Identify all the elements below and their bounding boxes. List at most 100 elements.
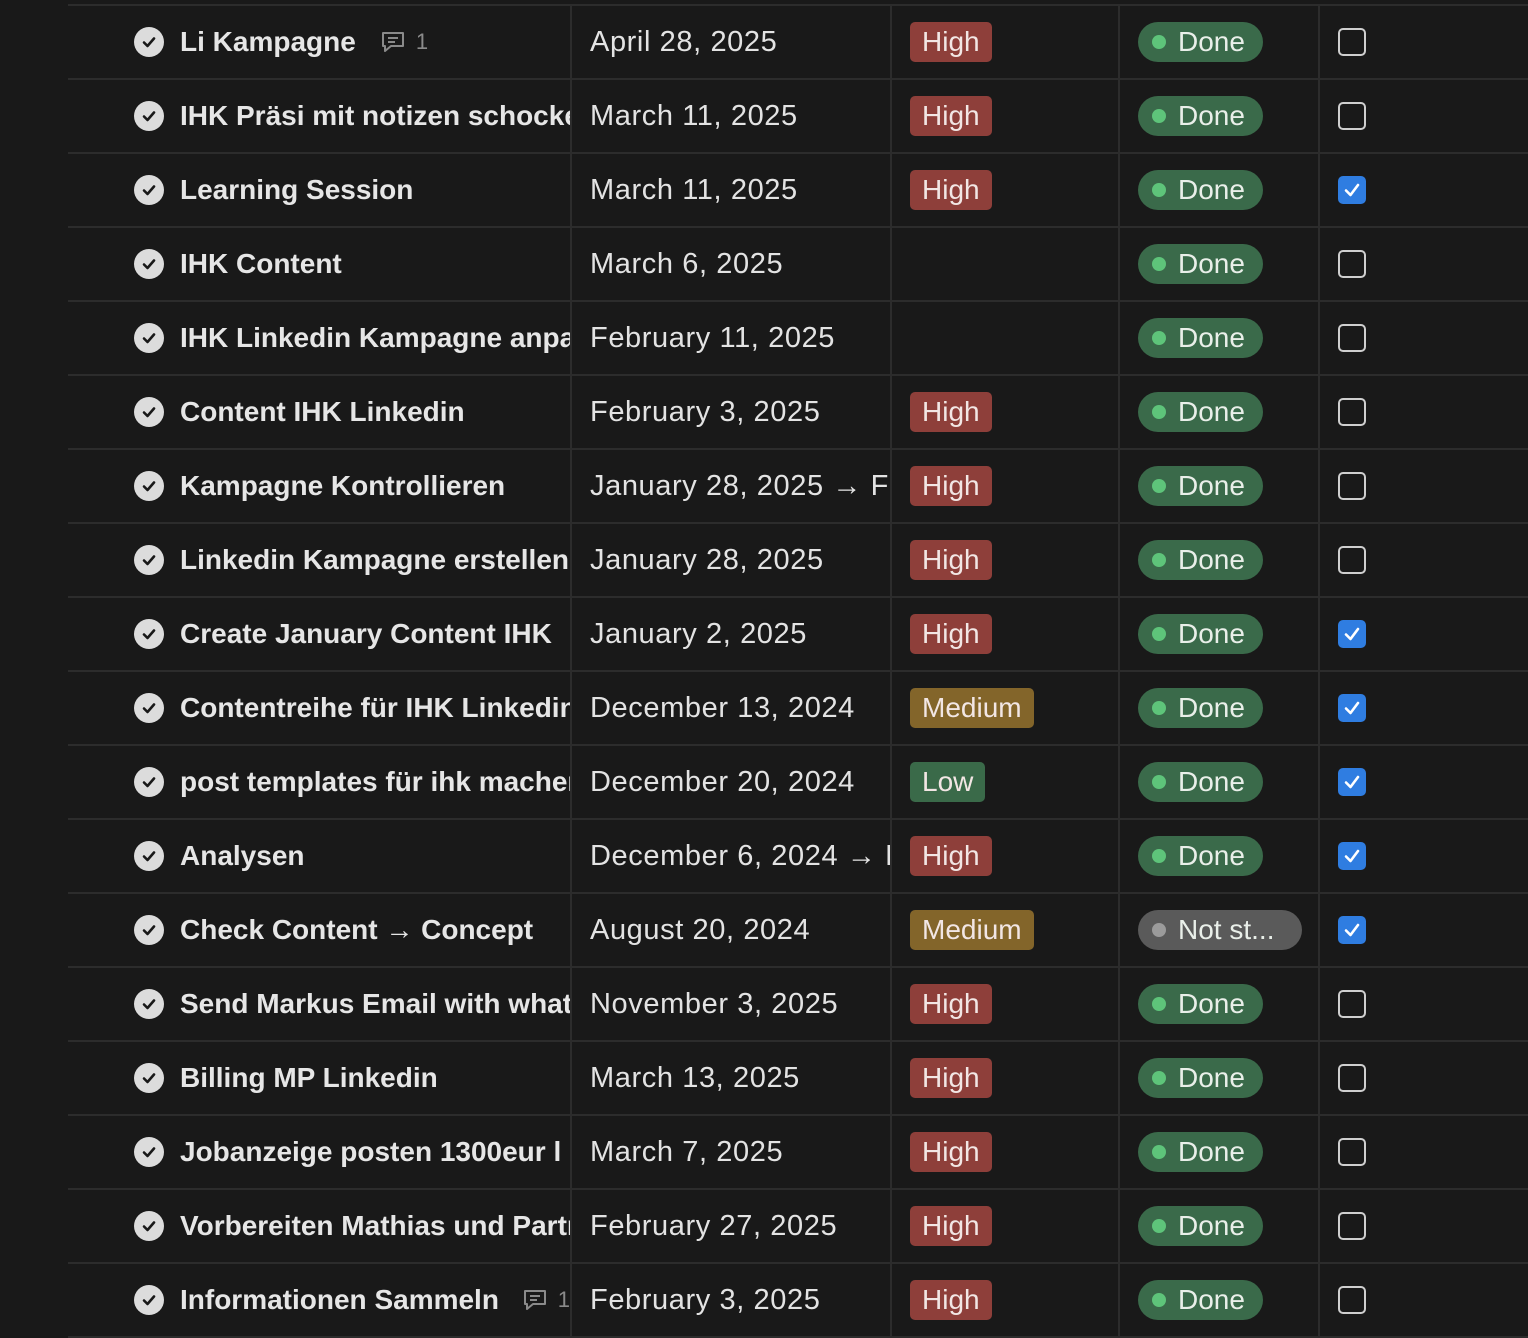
table-row[interactable]: Check Content → Concept August 20, 2024 … <box>68 894 1528 968</box>
table-row[interactable]: Kampagne Kontrollieren January 28, 2025 … <box>68 450 1528 524</box>
check-circle-icon[interactable] <box>134 397 164 427</box>
task-name[interactable]: Li Kampagne <box>180 26 356 58</box>
row-checkbox[interactable] <box>1338 472 1366 500</box>
table-row[interactable]: Analysen December 6, 2024 → D High Done <box>68 820 1528 894</box>
check-circle-icon[interactable] <box>134 175 164 205</box>
row-checkbox[interactable] <box>1338 176 1366 204</box>
checkbox-cell[interactable] <box>1320 1264 1528 1336</box>
table-row[interactable]: Learning Session March 11, 2025 High Don… <box>68 154 1528 228</box>
row-checkbox[interactable] <box>1338 768 1366 796</box>
task-name[interactable]: Vorbereiten Mathias und Partner <box>180 1210 570 1242</box>
status-cell[interactable]: Done <box>1120 376 1320 448</box>
due-date-cell[interactable]: February 27, 2025 <box>572 1190 892 1262</box>
checkbox-cell[interactable] <box>1320 672 1528 744</box>
check-circle-icon[interactable] <box>134 1211 164 1241</box>
table-row[interactable]: Vorbereiten Mathias und Partner February… <box>68 1190 1528 1264</box>
row-checkbox[interactable] <box>1338 620 1366 648</box>
status-cell[interactable]: Done <box>1120 820 1320 892</box>
row-checkbox[interactable] <box>1338 324 1366 352</box>
priority-cell[interactable]: Medium <box>892 894 1120 966</box>
table-row[interactable]: Billing MP Linkedin March 13, 2025 High … <box>68 1042 1528 1116</box>
task-name-cell[interactable]: Li Kampagne 1 <box>68 6 572 78</box>
status-cell[interactable]: Done <box>1120 1190 1320 1262</box>
check-circle-icon[interactable] <box>134 1285 164 1315</box>
table-row[interactable]: Create January Content IHK January 2, 20… <box>68 598 1528 672</box>
table-row[interactable]: IHK Content March 6, 2025 Done <box>68 228 1528 302</box>
due-date-cell[interactable]: January 2, 2025 <box>572 598 892 670</box>
row-checkbox[interactable] <box>1338 916 1366 944</box>
table-row[interactable]: Send Markus Email with what November 3, … <box>68 968 1528 1042</box>
task-name-cell[interactable]: Jobanzeige posten 1300eur l <box>68 1116 572 1188</box>
priority-cell[interactable] <box>892 228 1120 300</box>
checkbox-cell[interactable] <box>1320 6 1528 78</box>
task-name-cell[interactable]: IHK Präsi mit notizen schocken <box>68 80 572 152</box>
task-name-cell[interactable]: IHK Content <box>68 228 572 300</box>
table-row[interactable]: post templates für ihk machen December 2… <box>68 746 1528 820</box>
check-circle-icon[interactable] <box>134 1137 164 1167</box>
status-cell[interactable]: Done <box>1120 6 1320 78</box>
due-date-cell[interactable]: August 20, 2024 <box>572 894 892 966</box>
row-checkbox[interactable] <box>1338 102 1366 130</box>
status-cell[interactable]: Done <box>1120 524 1320 596</box>
status-cell[interactable]: Not st... <box>1120 894 1320 966</box>
row-checkbox[interactable] <box>1338 398 1366 426</box>
check-circle-icon[interactable] <box>134 1063 164 1093</box>
table-row[interactable]: Content IHK Linkedin February 3, 2025 Hi… <box>68 376 1528 450</box>
check-circle-icon[interactable] <box>134 767 164 797</box>
status-cell[interactable]: Done <box>1120 450 1320 522</box>
check-circle-icon[interactable] <box>134 27 164 57</box>
task-name[interactable]: post templates für ihk machen <box>180 766 570 798</box>
table-row[interactable]: IHK Präsi mit notizen schocken March 11,… <box>68 80 1528 154</box>
status-cell[interactable]: Done <box>1120 154 1320 226</box>
status-cell[interactable]: Done <box>1120 228 1320 300</box>
priority-cell[interactable]: High <box>892 524 1120 596</box>
priority-cell[interactable] <box>892 302 1120 374</box>
priority-cell[interactable]: High <box>892 1264 1120 1336</box>
row-checkbox[interactable] <box>1338 694 1366 722</box>
due-date-cell[interactable]: December 20, 2024 <box>572 746 892 818</box>
priority-cell[interactable]: High <box>892 154 1120 226</box>
task-name-cell[interactable]: post templates für ihk machen <box>68 746 572 818</box>
task-name-cell[interactable]: Informationen Sammeln 1 <box>68 1264 572 1336</box>
task-name[interactable]: Contentreihe für IHK Linkedin <box>180 692 570 724</box>
checkbox-cell[interactable] <box>1320 228 1528 300</box>
status-cell[interactable]: Done <box>1120 598 1320 670</box>
priority-cell[interactable]: Medium <box>892 672 1120 744</box>
row-checkbox[interactable] <box>1338 1286 1366 1314</box>
table-row[interactable]: Li Kampagne 1 April 28, 2025 High Done <box>68 6 1528 80</box>
checkbox-cell[interactable] <box>1320 598 1528 670</box>
priority-cell[interactable]: High <box>892 6 1120 78</box>
check-circle-icon[interactable] <box>134 101 164 131</box>
task-name-cell[interactable]: Contentreihe für IHK Linkedin <box>68 672 572 744</box>
task-name[interactable]: IHK Content <box>180 248 342 280</box>
table-row[interactable]: IHK Linkedin Kampagne anpassen February … <box>68 302 1528 376</box>
due-date-cell[interactable]: March 11, 2025 <box>572 154 892 226</box>
comment-indicator[interactable]: 1 <box>522 1287 570 1313</box>
comment-indicator[interactable]: 1 <box>380 29 428 55</box>
row-checkbox[interactable] <box>1338 1212 1366 1240</box>
task-name[interactable]: Create January Content IHK <box>180 618 552 650</box>
checkbox-cell[interactable] <box>1320 1190 1528 1262</box>
check-circle-icon[interactable] <box>134 989 164 1019</box>
task-name-cell[interactable]: Content IHK Linkedin <box>68 376 572 448</box>
due-date-cell[interactable]: March 11, 2025 <box>572 80 892 152</box>
checkbox-cell[interactable] <box>1320 302 1528 374</box>
check-circle-icon[interactable] <box>134 471 164 501</box>
check-circle-icon[interactable] <box>134 915 164 945</box>
checkbox-cell[interactable] <box>1320 1116 1528 1188</box>
due-date-cell[interactable]: December 6, 2024 → D <box>572 820 892 892</box>
due-date-cell[interactable]: February 3, 2025 <box>572 1264 892 1336</box>
task-name-cell[interactable]: Billing MP Linkedin <box>68 1042 572 1114</box>
task-name[interactable]: Linkedin Kampagne erstellen <box>180 544 569 576</box>
row-checkbox[interactable] <box>1338 546 1366 574</box>
priority-cell[interactable]: High <box>892 1042 1120 1114</box>
row-checkbox[interactable] <box>1338 1138 1366 1166</box>
task-name-cell[interactable]: Analysen <box>68 820 572 892</box>
checkbox-cell[interactable] <box>1320 80 1528 152</box>
table-row[interactable]: Jobanzeige posten 1300eur l March 7, 202… <box>68 1116 1528 1190</box>
task-name[interactable]: Learning Session <box>180 174 413 206</box>
task-name[interactable]: Kampagne Kontrollieren <box>180 470 505 502</box>
task-name[interactable]: Check Content → Concept <box>180 914 533 946</box>
status-cell[interactable]: Done <box>1120 746 1320 818</box>
check-circle-icon[interactable] <box>134 545 164 575</box>
